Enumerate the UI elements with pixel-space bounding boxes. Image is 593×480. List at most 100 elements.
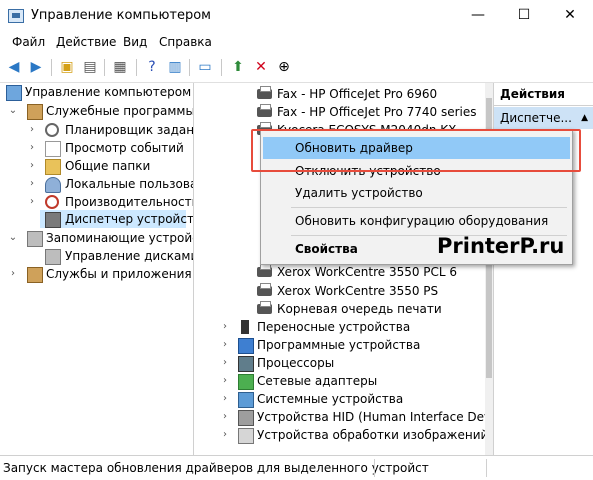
hid-device-icon <box>238 410 254 426</box>
navigation-tree: Управление компьютером (л ⌄ Служебные пр… <box>0 83 194 455</box>
tree-item-performance[interactable]: › Производительность <box>0 193 193 211</box>
help-icon[interactable]: ? <box>143 58 161 76</box>
uninstall-icon[interactable]: ✕ <box>252 58 270 76</box>
device-row[interactable]: Xerox WorkCentre 3550 PS <box>255 282 485 300</box>
printer-icon <box>257 283 272 296</box>
update-driver-menu-item[interactable]: Обновить драйвер <box>263 137 570 159</box>
tree-item-task-scheduler[interactable]: › Планировщик заданий <box>0 121 193 139</box>
chevron-right-icon[interactable]: › <box>27 157 37 175</box>
properties-icon[interactable]: ▦ <box>111 58 129 76</box>
chevron-right-icon[interactable]: › <box>220 336 230 354</box>
tree-label: Управление дисками <box>65 249 194 263</box>
performance-icon <box>45 195 59 209</box>
tree-root[interactable]: Управление компьютером (л <box>0 83 193 101</box>
device-label: Корневая очередь печати <box>277 302 442 316</box>
show-hide-tree-icon[interactable]: ▤ <box>81 58 99 76</box>
tree-label: Службы и приложения <box>46 267 192 281</box>
tree-item-disk-management[interactable]: Управление дисками <box>0 247 193 265</box>
chevron-down-icon[interactable]: ⌄ <box>8 229 18 247</box>
tree-item-device-manager[interactable]: Диспетчер устройств <box>40 210 193 228</box>
back-arrow-icon[interactable]: ◀ <box>5 58 23 76</box>
window-title: Управление компьютером <box>31 8 211 23</box>
shared-folder-icon <box>45 159 61 175</box>
tree-item-services-apps[interactable]: › Службы и приложения <box>0 265 193 283</box>
view-icon[interactable]: ▥ <box>166 58 184 76</box>
forward-arrow-icon[interactable]: ▶ <box>27 58 45 76</box>
actions-section-label: Диспетче... <box>500 111 572 125</box>
category-row[interactable]: › Переносные устройства <box>195 318 485 336</box>
toolbar-separator <box>136 59 137 76</box>
collapse-arrow-icon[interactable]: ▲ <box>581 107 588 129</box>
disk-icon <box>45 249 61 265</box>
chevron-down-icon[interactable]: ⌄ <box>8 102 18 120</box>
tree-item-event-viewer[interactable]: › Просмотр событий <box>0 139 193 157</box>
users-icon <box>45 177 61 193</box>
tree-label: Служебные программы <box>46 104 194 118</box>
category-row[interactable]: › Устройства HID (Human Interface Devic <box>195 408 485 426</box>
chevron-right-icon[interactable]: › <box>220 408 230 426</box>
clock-icon <box>45 123 59 137</box>
menu-file[interactable]: Файл <box>12 35 45 49</box>
menu-bar: Файл Действие Вид Справка <box>0 31 593 53</box>
menu-view[interactable]: Вид <box>123 35 147 49</box>
imaging-device-icon <box>238 428 254 444</box>
scan-hardware-menu-item[interactable]: Обновить конфигурацию оборудования <box>263 210 570 232</box>
chevron-right-icon[interactable]: › <box>220 390 230 408</box>
category-row[interactable]: › Процессоры <box>195 354 485 372</box>
monitor-icon[interactable]: ▭ <box>196 58 214 76</box>
actions-section-device-manager[interactable]: Диспетче... ▲ <box>494 107 593 129</box>
device-row[interactable]: Fax - HP OfficeJet Pro 7740 series <box>255 103 485 121</box>
toolbar-separator <box>189 59 190 76</box>
title-bar: Управление компьютером — ☐ ✕ <box>0 0 593 31</box>
menu-separator <box>291 207 567 208</box>
chevron-right-icon[interactable]: › <box>8 265 18 283</box>
printer-icon <box>257 86 272 99</box>
category-row[interactable]: › Программные устройства <box>195 336 485 354</box>
tree-label: Просмотр событий <box>65 141 184 155</box>
update-driver-icon[interactable]: ⬆ <box>229 58 247 76</box>
tree-label: Производительность <box>65 195 194 209</box>
category-row[interactable]: › Системные устройства <box>195 390 485 408</box>
chevron-right-icon[interactable]: › <box>220 426 230 444</box>
status-text: Запуск мастера обновления драйверов для … <box>3 461 429 475</box>
category-row[interactable]: › Сетевые адаптеры <box>195 372 485 390</box>
chevron-right-icon[interactable]: › <box>220 318 230 336</box>
device-row[interactable]: Xerox WorkCentre 3550 PCL 6 <box>255 263 485 281</box>
tree-label: Общие папки <box>65 159 151 173</box>
uninstall-device-menu-item[interactable]: Удалить устройство <box>263 182 570 204</box>
close-button[interactable]: ✕ <box>547 0 593 31</box>
chevron-right-icon[interactable]: › <box>220 372 230 390</box>
tree-item-shared-folders[interactable]: › Общие папки <box>0 157 193 175</box>
portable-device-icon <box>241 320 249 334</box>
category-label: Переносные устройства <box>257 320 411 334</box>
tree-item-service-programs[interactable]: ⌄ Служебные программы <box>0 102 193 120</box>
status-divider <box>486 459 487 477</box>
toolbar-separator <box>104 59 105 76</box>
minimize-button[interactable]: — <box>455 0 501 31</box>
computer-management-icon <box>8 9 24 23</box>
disable-device-menu-item[interactable]: Отключить устройство <box>263 160 570 182</box>
printer-icon <box>257 104 272 117</box>
chevron-right-icon[interactable]: › <box>27 121 37 139</box>
computer-icon <box>6 85 22 101</box>
toolbar-separator <box>51 59 52 76</box>
chevron-right-icon[interactable]: › <box>27 193 37 211</box>
up-folder-icon[interactable]: ▣ <box>58 58 76 76</box>
printer-icon <box>257 264 272 277</box>
chevron-right-icon[interactable]: › <box>27 175 37 193</box>
chevron-right-icon[interactable]: › <box>220 354 230 372</box>
device-row[interactable]: Fax - HP OfficeJet Pro 6960 <box>255 85 485 103</box>
tree-item-local-users[interactable]: › Локальные пользовате <box>0 175 193 193</box>
category-label: Системные устройства <box>257 392 404 406</box>
maximize-button[interactable]: ☐ <box>501 0 547 31</box>
device-manager-icon <box>45 212 61 228</box>
tree-root-label: Управление компьютером (л <box>25 85 194 99</box>
menu-action[interactable]: Действие <box>56 35 116 49</box>
menu-help[interactable]: Справка <box>159 35 212 49</box>
device-row[interactable]: Корневая очередь печати <box>255 300 485 318</box>
category-row[interactable]: › Устройства обработки изображений <box>195 426 485 444</box>
tree-item-storage[interactable]: ⌄ Запоминающие устройст <box>0 229 193 247</box>
download-icon[interactable]: ⊕ <box>275 58 293 76</box>
chevron-right-icon[interactable]: › <box>27 139 37 157</box>
network-adapter-icon <box>238 374 254 390</box>
